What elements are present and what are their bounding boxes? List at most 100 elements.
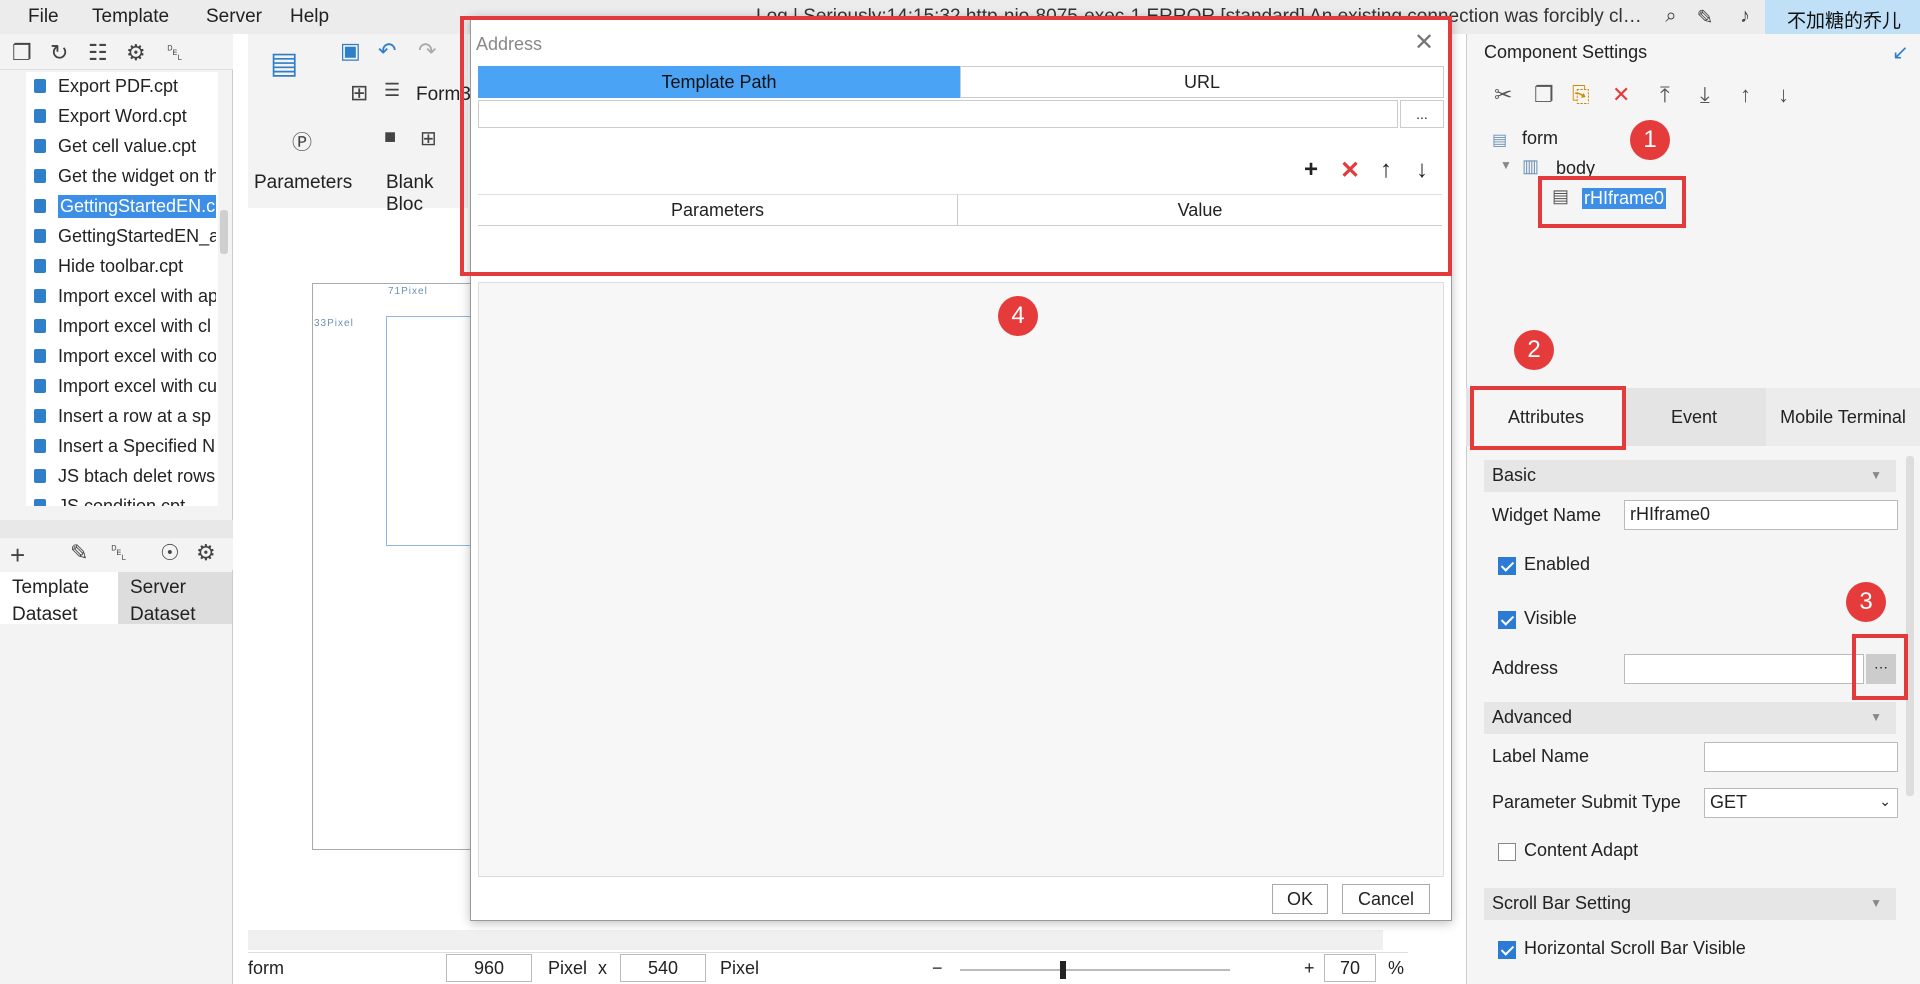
- zoom-unit: %: [1388, 958, 1405, 978]
- save-icon[interactable]: ▣: [340, 38, 361, 64]
- user-name[interactable]: 不加糖的乔儿: [1765, 0, 1920, 34]
- edit-log-icon[interactable]: ✎: [1692, 5, 1718, 30]
- file-item[interactable]: Import excel with ap: [26, 282, 216, 310]
- template-file-icon: [34, 409, 46, 423]
- copy-icon[interactable]: ❐: [1534, 82, 1554, 108]
- height-input[interactable]: 540: [620, 954, 706, 982]
- section-scroll-bar[interactable]: Scroll Bar Setting ▼: [1484, 888, 1896, 920]
- file-item[interactable]: Insert a row at a sp: [26, 402, 216, 430]
- template-file-icon: [34, 499, 46, 506]
- cut-icon[interactable]: ✂: [1494, 82, 1512, 108]
- iframe-widget-outline[interactable]: [386, 316, 474, 546]
- file-item[interactable]: Export Word.cpt: [26, 102, 216, 130]
- template-file-icon: [34, 259, 46, 273]
- widget-name-label: Widget Name: [1492, 505, 1602, 525]
- add-icon[interactable]: +: [10, 540, 25, 571]
- section-basic[interactable]: Basic ▼: [1484, 460, 1896, 492]
- new-folder-icon[interactable]: ❐: [12, 40, 32, 66]
- parameters-table-body[interactable]: [478, 282, 1444, 877]
- widget-tree: ▤ form ▼ ▥ body ▤ rHIframe0: [1484, 120, 1914, 370]
- visible-checkbox[interactable]: [1498, 611, 1516, 629]
- tab-event[interactable]: Event: [1622, 388, 1766, 446]
- tree-node-form[interactable]: form: [1522, 128, 1558, 149]
- parameters-label[interactable]: Parameters: [254, 172, 352, 194]
- form-widget-icon[interactable]: ▤: [270, 46, 298, 81]
- move-up-icon[interactable]: ↑: [1740, 82, 1751, 108]
- zoom-slider-track[interactable]: [960, 969, 1230, 971]
- edit-icon[interactable]: ✎: [70, 540, 88, 566]
- move-bottom-icon[interactable]: ⤓: [1700, 82, 1710, 108]
- redo-icon[interactable]: ↷: [418, 38, 436, 64]
- template-file-icon: [34, 349, 46, 363]
- zoom-in-button[interactable]: +: [1304, 958, 1315, 979]
- cancel-button[interactable]: Cancel: [1342, 884, 1430, 914]
- file-item[interactable]: GettingStartedEN_a: [26, 222, 216, 250]
- hscroll-visible-checkbox[interactable]: [1498, 941, 1516, 959]
- file-item[interactable]: Get the widget on th: [26, 162, 216, 190]
- label-name-input[interactable]: [1704, 742, 1898, 772]
- pane-splitter[interactable]: [0, 520, 233, 540]
- grid-icon[interactable]: ⊞: [350, 80, 368, 106]
- expand-icon[interactable]: ▼: [1500, 158, 1512, 172]
- parameters-icon[interactable]: Ⓟ: [292, 126, 312, 155]
- paste-icon[interactable]: ⎘: [1572, 82, 1590, 108]
- zoom-out-button[interactable]: −: [932, 958, 943, 979]
- address-input[interactable]: [1624, 654, 1864, 684]
- canvas-hscrollbar[interactable]: [248, 930, 1383, 950]
- widget-name-input[interactable]: rHIframe0: [1624, 500, 1898, 530]
- file-item[interactable]: Hide toolbar.cpt: [26, 252, 216, 280]
- pin-icon[interactable]: ↙: [1892, 40, 1909, 65]
- menu-template[interactable]: Template: [92, 6, 169, 28]
- annotation-badge-2: 2: [1514, 330, 1554, 370]
- tab-template-dataset[interactable]: Template Dataset: [0, 572, 118, 625]
- file-item[interactable]: Import excel with cu: [26, 372, 216, 400]
- blank-block-icon[interactable]: ■: [384, 126, 396, 149]
- enabled-checkbox[interactable]: [1498, 557, 1516, 575]
- tab-server-dataset[interactable]: Server Dataset: [118, 572, 232, 625]
- file-item[interactable]: Insert a Specified N: [26, 432, 216, 460]
- refresh-icon[interactable]: ↻: [50, 40, 68, 66]
- section-advanced[interactable]: Advanced ▼: [1484, 702, 1896, 734]
- ok-button[interactable]: OK: [1272, 884, 1328, 914]
- file-item[interactable]: JS condition.cpt: [26, 492, 216, 506]
- file-item-label: Insert a row at a sp: [58, 405, 212, 426]
- menu-file[interactable]: File: [28, 6, 59, 28]
- move-down-icon[interactable]: ↓: [1778, 82, 1789, 108]
- menu-help[interactable]: Help: [290, 6, 329, 28]
- width-input[interactable]: 960: [446, 954, 532, 982]
- bell-icon[interactable]: ♪: [1732, 5, 1758, 28]
- file-item[interactable]: Export PDF.cpt: [26, 72, 216, 100]
- template-info-icon[interactable]: ☷: [88, 40, 108, 66]
- delete-dataset-icon[interactable]: ␡: [110, 540, 128, 566]
- section-advanced-label: Advanced: [1492, 707, 1573, 727]
- file-item[interactable]: Get cell value.cpt: [26, 132, 216, 160]
- settings-icon[interactable]: ⚙: [126, 40, 146, 66]
- file-item-label: Get cell value.cpt: [58, 135, 197, 156]
- template-file-icon: [34, 289, 46, 303]
- file-item[interactable]: Import excel with cl: [26, 312, 216, 340]
- file-item[interactable]: Import excel with co: [26, 342, 216, 370]
- remove-icon[interactable]: ✕: [1612, 82, 1630, 108]
- file-item[interactable]: JS btach delet rows: [26, 462, 216, 490]
- width-unit: Pixel: [548, 958, 588, 978]
- zoom-input[interactable]: 70: [1324, 954, 1376, 982]
- submit-type-select[interactable]: GET ⌄: [1704, 788, 1898, 818]
- settings-scrollbar[interactable]: [1906, 456, 1914, 796]
- content-adapt-checkbox[interactable]: [1498, 843, 1516, 861]
- file-item-label: Insert a Specified N: [58, 435, 216, 456]
- file-item[interactable]: GettingStartedEN.c: [26, 192, 216, 220]
- menu-server[interactable]: Server: [206, 6, 262, 28]
- template-file-icon: [34, 229, 46, 243]
- zoom-slider-handle[interactable]: [1060, 961, 1066, 979]
- search-icon[interactable]: ⌕: [1658, 5, 1684, 28]
- move-top-icon[interactable]: ⤒: [1660, 82, 1670, 108]
- section-basic-label: Basic: [1492, 465, 1537, 485]
- tab-mobile-terminal[interactable]: Mobile Terminal: [1766, 388, 1920, 446]
- preview-icon[interactable]: ☉: [160, 540, 180, 566]
- blank-block-label[interactable]: Blank Bloc: [386, 172, 468, 216]
- layout-icon[interactable]: ⊞: [420, 126, 437, 151]
- dataset-settings-icon[interactable]: ⚙: [196, 540, 216, 566]
- file-list-scrollbar[interactable]: [220, 210, 228, 254]
- undo-icon[interactable]: ↶: [378, 38, 396, 64]
- delete-icon[interactable]: ␡: [166, 40, 184, 66]
